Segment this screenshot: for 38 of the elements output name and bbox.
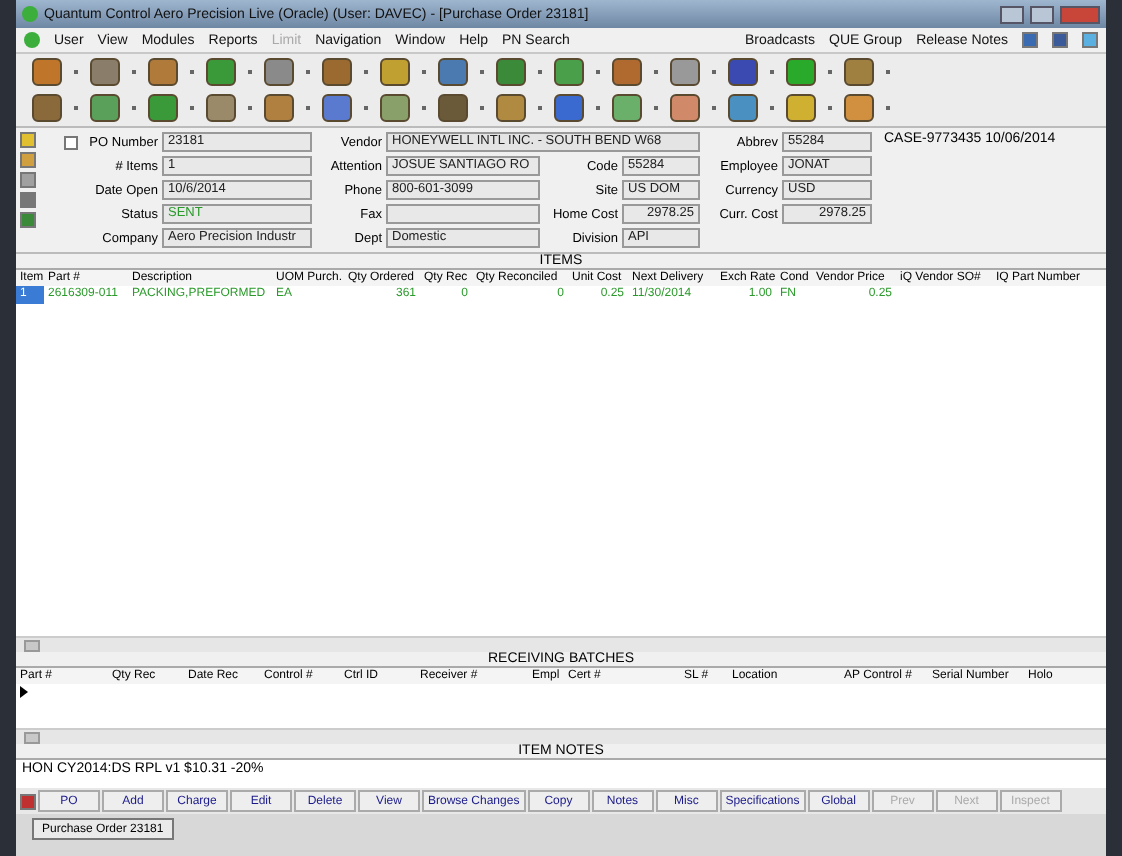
toolbar-icon[interactable] — [206, 58, 236, 86]
toolbar-icon[interactable] — [786, 94, 816, 122]
toolbar-icon[interactable] — [554, 94, 584, 122]
toolbar-icon[interactable] — [380, 94, 410, 122]
toolbar-icon[interactable] — [322, 94, 352, 122]
toolbar-icon[interactable] — [728, 94, 758, 122]
toolbar-icon[interactable] — [728, 58, 758, 86]
close-button[interactable] — [1060, 5, 1100, 23]
toolbar-icon[interactable] — [786, 58, 816, 86]
toolbar-icon[interactable] — [612, 58, 642, 86]
toolbar-icon[interactable] — [438, 94, 468, 122]
toolbar-icon[interactable] — [380, 58, 410, 86]
toolbar-icon[interactable] — [496, 94, 526, 122]
toolbar-icon[interactable] — [670, 94, 700, 122]
toolbar-icon[interactable] — [670, 58, 700, 86]
toolbar-icon[interactable] — [264, 94, 294, 122]
row-pointer-icon — [20, 686, 28, 698]
toolbar-icon[interactable] — [148, 58, 178, 86]
toolbar-icon[interactable] — [844, 58, 874, 86]
toolbar-icon[interactable] — [90, 94, 120, 122]
minimize-button[interactable] — [1000, 5, 1024, 23]
scrollbar[interactable] — [16, 636, 1106, 652]
checkbox[interactable] — [64, 135, 78, 149]
toolbar-icon[interactable] — [32, 94, 62, 122]
toolbar-icon[interactable] — [206, 94, 236, 122]
toolbar-icon[interactable] — [322, 58, 352, 86]
toolbar-icon[interactable] — [148, 94, 178, 122]
maximize-button[interactable] — [1030, 5, 1054, 23]
toolbar-icon[interactable] — [32, 58, 62, 86]
toolbar-icon[interactable] — [554, 58, 584, 86]
toolbar-icon[interactable] — [90, 58, 120, 86]
input-field[interactable] — [386, 204, 540, 224]
toolbar-icon[interactable] — [612, 94, 642, 122]
toolbar-icon[interactable] — [844, 94, 874, 122]
toolbar-icon[interactable] — [496, 58, 526, 86]
toolbar-icon[interactable] — [438, 58, 468, 86]
scrollbar[interactable] — [16, 728, 1106, 744]
toolbar-icon[interactable] — [264, 58, 294, 86]
